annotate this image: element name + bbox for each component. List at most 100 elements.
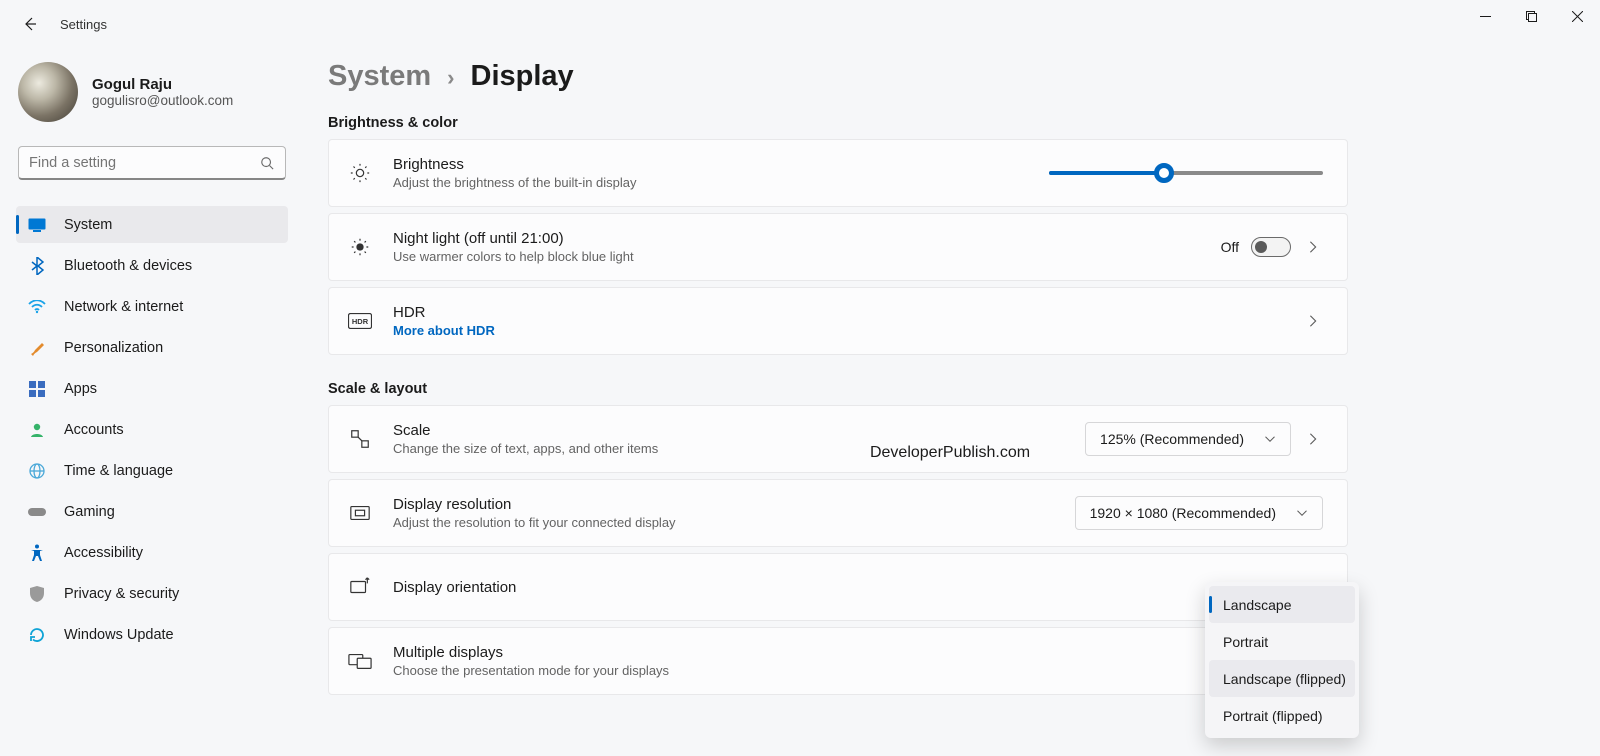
close-button[interactable]	[1554, 0, 1600, 32]
resolution-icon	[347, 500, 373, 526]
scale-title: Scale	[393, 422, 1085, 439]
scale-subtitle: Change the size of text, apps, and other…	[393, 441, 1085, 456]
page-title: Display	[471, 60, 574, 93]
sidebar-item-label: Gaming	[64, 504, 115, 520]
orientation-option[interactable]: Landscape (flipped)	[1209, 660, 1355, 697]
orientation-option[interactable]: Landscape	[1209, 586, 1355, 623]
sidebar-item-label: Time & language	[64, 463, 173, 479]
sidebar-item-label: Network & internet	[64, 299, 183, 315]
svg-text:HDR: HDR	[352, 317, 369, 326]
search-icon	[259, 155, 275, 171]
title-bar: Settings	[0, 0, 1600, 48]
section-scale-layout: Scale & layout	[328, 381, 1572, 397]
orientation-option[interactable]: Portrait (flipped)	[1209, 697, 1355, 734]
orientation-card: Display orientation	[328, 553, 1348, 621]
window-controls	[1462, 0, 1600, 32]
back-button[interactable]	[18, 12, 42, 36]
sidebar-item-gaming[interactable]: Gaming	[16, 493, 288, 530]
sidebar-item-label: Windows Update	[64, 627, 174, 643]
night-light-subtitle: Use warmer colors to help block blue lig…	[393, 249, 1221, 264]
night-light-title: Night light (off until 21:00)	[393, 230, 1221, 247]
main-content: System › Display Brightness & color Brig…	[300, 48, 1600, 756]
scale-icon	[347, 426, 373, 452]
section-brightness-color: Brightness & color	[328, 115, 1572, 131]
sidebar-item-label: Accounts	[64, 422, 124, 438]
accessibility-icon	[28, 544, 46, 562]
scale-card[interactable]: Scale Change the size of text, apps, and…	[328, 405, 1348, 473]
resolution-card: Display resolution Adjust the resolution…	[328, 479, 1348, 547]
apps-icon	[28, 380, 46, 398]
brightness-subtitle: Adjust the brightness of the built-in di…	[393, 175, 1049, 190]
sidebar-item-label: Personalization	[64, 340, 163, 356]
gaming-icon	[28, 503, 46, 521]
user-email: gogulisro@outlook.com	[92, 93, 233, 108]
chevron-right-icon	[1303, 237, 1323, 257]
maximize-button[interactable]	[1508, 0, 1554, 32]
search-box[interactable]	[18, 146, 286, 180]
brightness-slider[interactable]	[1049, 171, 1323, 175]
orientation-popup[interactable]: LandscapePortraitLandscape (flipped)Port…	[1205, 582, 1359, 738]
system-icon	[28, 216, 46, 234]
sidebar-item-label: Accessibility	[64, 545, 143, 561]
sidebar-item-network-internet[interactable]: Network & internet	[16, 288, 288, 325]
hdr-card[interactable]: HDR HDR More about HDR	[328, 287, 1348, 355]
shield-icon	[28, 585, 46, 603]
breadcrumb-root[interactable]: System	[328, 60, 431, 93]
resolution-value: 1920 × 1080 (Recommended)	[1090, 505, 1276, 521]
globe-icon	[28, 462, 46, 480]
sidebar-item-label: Privacy & security	[64, 586, 179, 602]
sidebar-item-windows-update[interactable]: Windows Update	[16, 616, 288, 653]
sidebar-item-time-language[interactable]: Time & language	[16, 452, 288, 489]
update-icon	[28, 626, 46, 644]
sidebar-item-accounts[interactable]: Accounts	[16, 411, 288, 448]
search-input[interactable]	[29, 155, 259, 171]
app-title: Settings	[60, 17, 107, 32]
resolution-title: Display resolution	[393, 496, 1075, 513]
orientation-icon	[347, 574, 373, 600]
multiple-displays-card[interactable]: Multiple displays Choose the presentatio…	[328, 627, 1348, 695]
brightness-title: Brightness	[393, 156, 1049, 173]
night-light-toggle[interactable]	[1251, 237, 1291, 257]
profile-block[interactable]: Gogul Raju gogulisro@outlook.com	[16, 62, 288, 122]
chevron-right-icon: ›	[447, 65, 454, 91]
hdr-link[interactable]: More about HDR	[393, 323, 1303, 338]
user-name: Gogul Raju	[92, 76, 233, 93]
chevron-down-icon	[1260, 429, 1280, 449]
orientation-option[interactable]: Portrait	[1209, 623, 1355, 660]
avatar	[18, 62, 78, 122]
sidebar: Gogul Raju gogulisro@outlook.com System B…	[0, 48, 300, 756]
wifi-icon	[28, 298, 46, 316]
sidebar-item-label: System	[64, 217, 112, 233]
scale-dropdown[interactable]: 125% (Recommended)	[1085, 422, 1291, 456]
sun-icon	[347, 160, 373, 186]
orientation-title: Display orientation	[393, 579, 1323, 596]
resolution-subtitle: Adjust the resolution to fit your connec…	[393, 515, 1075, 530]
chevron-down-icon	[1292, 503, 1312, 523]
sidebar-item-label: Bluetooth & devices	[64, 258, 192, 274]
sidebar-item-accessibility[interactable]: Accessibility	[16, 534, 288, 571]
night-light-card[interactable]: Night light (off until 21:00) Use warmer…	[328, 213, 1348, 281]
arrow-left-icon	[22, 16, 38, 32]
sidebar-item-system[interactable]: System	[16, 206, 288, 243]
person-icon	[28, 421, 46, 439]
multiple-displays-icon	[347, 648, 373, 674]
brush-icon	[28, 339, 46, 357]
minimize-button[interactable]	[1462, 0, 1508, 32]
breadcrumb: System › Display	[328, 60, 1572, 93]
hdr-title: HDR	[393, 304, 1303, 321]
sidebar-item-personalization[interactable]: Personalization	[16, 329, 288, 366]
sun-dim-icon	[347, 234, 373, 260]
sidebar-item-bluetooth-devices[interactable]: Bluetooth & devices	[16, 247, 288, 284]
bluetooth-icon	[28, 257, 46, 275]
night-light-state-label: Off	[1221, 239, 1239, 255]
sidebar-item-label: Apps	[64, 381, 97, 397]
chevron-right-icon	[1303, 311, 1323, 331]
hdr-icon: HDR	[347, 308, 373, 334]
sidebar-item-privacy-security[interactable]: Privacy & security	[16, 575, 288, 612]
scale-value: 125% (Recommended)	[1100, 431, 1244, 447]
sidebar-item-apps[interactable]: Apps	[16, 370, 288, 407]
brightness-card: Brightness Adjust the brightness of the …	[328, 139, 1348, 207]
chevron-right-icon	[1303, 429, 1323, 449]
resolution-dropdown[interactable]: 1920 × 1080 (Recommended)	[1075, 496, 1323, 530]
multiple-displays-subtitle: Choose the presentation mode for your di…	[393, 663, 1323, 678]
